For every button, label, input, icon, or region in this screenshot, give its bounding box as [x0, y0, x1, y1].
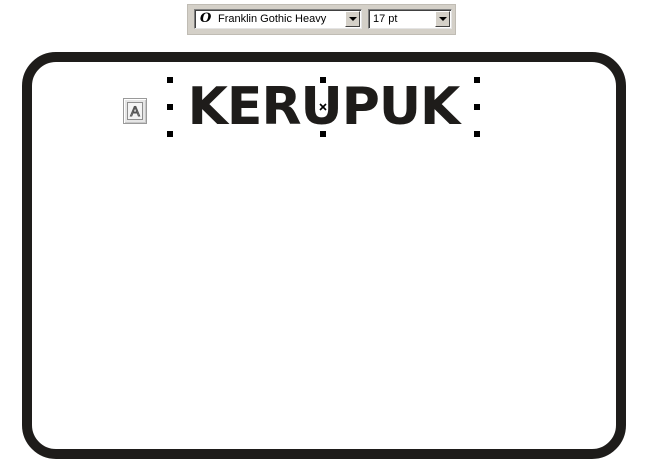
chevron-down-icon — [349, 17, 357, 21]
resize-handle-bottom-middle[interactable] — [320, 131, 326, 137]
resize-handle-middle-right[interactable] — [474, 104, 480, 110]
text-property-toolbar: O Franklin Gothic Heavy 17 pt — [187, 4, 456, 35]
font-family-value: Franklin Gothic Heavy — [218, 13, 327, 25]
text-selection-box[interactable]: KERUPUK — [167, 77, 480, 137]
resize-handle-top-right[interactable] — [474, 77, 480, 83]
text-tool-glyph: A — [127, 102, 143, 120]
center-mark-icon — [319, 103, 327, 111]
font-family-dropdown-button[interactable] — [345, 11, 360, 27]
font-size-dropdown[interactable]: 17 pt — [368, 9, 452, 29]
font-family-dropdown[interactable]: O Franklin Gothic Heavy — [194, 9, 362, 29]
font-size-value: 17 pt — [373, 13, 398, 25]
resize-handle-bottom-right[interactable] — [474, 131, 480, 137]
chevron-down-icon — [439, 17, 447, 21]
resize-handle-middle-left[interactable] — [167, 104, 173, 110]
opentype-font-icon: O — [200, 11, 212, 26]
resize-handle-bottom-left[interactable] — [167, 131, 173, 137]
resize-handle-top-middle[interactable] — [320, 77, 326, 83]
font-size-dropdown-button[interactable] — [435, 11, 450, 27]
artistic-text-tool-icon[interactable]: A — [123, 98, 147, 124]
resize-handle-top-left[interactable] — [167, 77, 173, 83]
